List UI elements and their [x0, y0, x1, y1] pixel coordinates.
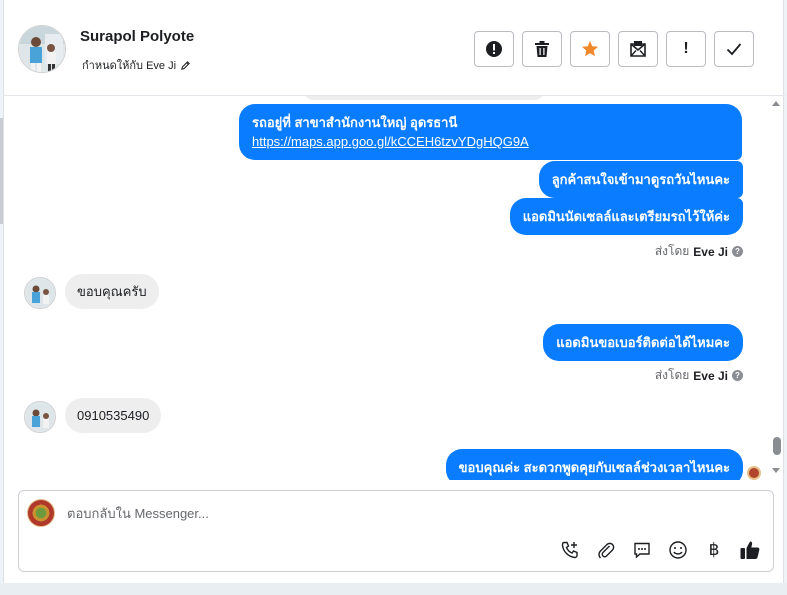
message-outgoing[interactable]: ขอบคุณค่ะ สะดวกพูดคุยกับเซลล์ช่วงเวลาไหน…: [445, 449, 743, 480]
exclamation-icon: !: [683, 40, 689, 57]
paperclip-icon[interactable]: [595, 539, 617, 561]
assigned-label: กำหนดให้กับ Eve Ji: [82, 60, 177, 72]
mark-done-button[interactable]: [714, 31, 754, 67]
conversation-actions: !: [474, 31, 754, 67]
message-text: รถอยู่ที่ สาขาสำนักงานใหญ่ อุดรธานี: [252, 115, 458, 130]
reply-input[interactable]: [67, 506, 667, 521]
assigned-to[interactable]: กำหนดให้กับ Eve Ji: [82, 56, 191, 74]
alert-circle-icon: [486, 41, 502, 57]
composer-toolbar: ฿: [559, 539, 761, 561]
star-icon: [582, 41, 598, 57]
envelope-icon: [630, 41, 646, 57]
check-icon: [726, 43, 742, 56]
sent-by-label: ส่งโดย Eve Ji ?: [655, 366, 743, 385]
message-outgoing[interactable]: แอดมินขอเบอร์ติดต่อได้ไหมคะ: [543, 324, 743, 361]
emoji-icon[interactable]: [667, 539, 689, 561]
seen-avatar: [747, 466, 761, 480]
sent-by-label: ส่งโดย Eve Ji ?: [655, 242, 743, 261]
message-incoming[interactable]: 0910535490: [65, 398, 162, 433]
message-thread[interactable]: รถอยู่ที่ สาขาสำนักงานใหญ่ อุดรธานี http…: [4, 96, 785, 480]
message-text: ขอบคุณครับ: [77, 284, 147, 299]
help-icon[interactable]: ?: [732, 370, 743, 381]
message-text: ขอบคุณค่ะ สะดวกพูดคุยกับเซลล์ช่วงเวลาไหน…: [458, 460, 730, 475]
conversation-header: Surapol Polyote กำหนดให้กับ Eve Ji !: [4, 0, 785, 96]
message-text: ลูกค้าสนใจเข้ามาดูรถวันไหนคะ: [551, 172, 730, 187]
map-link[interactable]: https://maps.app.goo.gl/kCCEH6tzvYDgHQG9…: [252, 134, 529, 149]
message-text: แอดมินนัดเซลล์และเตรียมรถไว้ให้ค่ะ: [522, 209, 730, 224]
thumbs-up-icon[interactable]: [739, 539, 761, 561]
left-scroll-indicator: [0, 118, 3, 224]
contact-avatar[interactable]: [18, 25, 66, 73]
mark-unread-button[interactable]: [618, 31, 658, 67]
scroll-down-arrow[interactable]: [772, 468, 780, 473]
chat-bubble-icon[interactable]: [631, 539, 653, 561]
star-button[interactable]: [570, 31, 610, 67]
messenger-panel: Surapol Polyote กำหนดให้กับ Eve Ji ! รถอ…: [3, 0, 785, 583]
message-text: 0910535490: [77, 408, 150, 423]
reply-composer: ฿: [18, 490, 774, 572]
contact-avatar-small: [24, 277, 56, 309]
contact-avatar-small: [24, 401, 56, 433]
thread-scrollbar[interactable]: [769, 96, 783, 480]
help-icon[interactable]: ?: [732, 246, 743, 257]
pencil-icon[interactable]: [180, 60, 191, 71]
delete-button[interactable]: [522, 31, 562, 67]
trash-icon: [535, 41, 549, 57]
scroll-thumb[interactable]: [773, 437, 781, 455]
message-outgoing[interactable]: รถอยู่ที่ สาขาสำนักงานใหญ่ อุดรธานี http…: [239, 104, 742, 160]
message-outgoing[interactable]: ลูกค้าสนใจเข้ามาดูรถวันไหนคะ: [538, 161, 743, 198]
baht-icon[interactable]: ฿: [703, 539, 725, 561]
message-text: แอดมินขอเบอร์ติดต่อได้ไหมคะ: [556, 335, 730, 350]
previous-message-fragment: [304, 96, 544, 100]
message-incoming[interactable]: ขอบคุณครับ: [65, 274, 159, 309]
mark-important-button[interactable]: !: [666, 31, 706, 67]
message-outgoing[interactable]: แอดมินนัดเซลล์และเตรียมรถไว้ให้ค่ะ: [509, 198, 743, 235]
page-avatar: [27, 499, 55, 527]
contact-name[interactable]: Surapol Polyote: [80, 28, 194, 45]
scroll-up-arrow[interactable]: [772, 101, 780, 106]
mark-spam-button[interactable]: [474, 31, 514, 67]
phone-add-icon[interactable]: [559, 539, 581, 561]
page-background-strip: [0, 583, 787, 595]
